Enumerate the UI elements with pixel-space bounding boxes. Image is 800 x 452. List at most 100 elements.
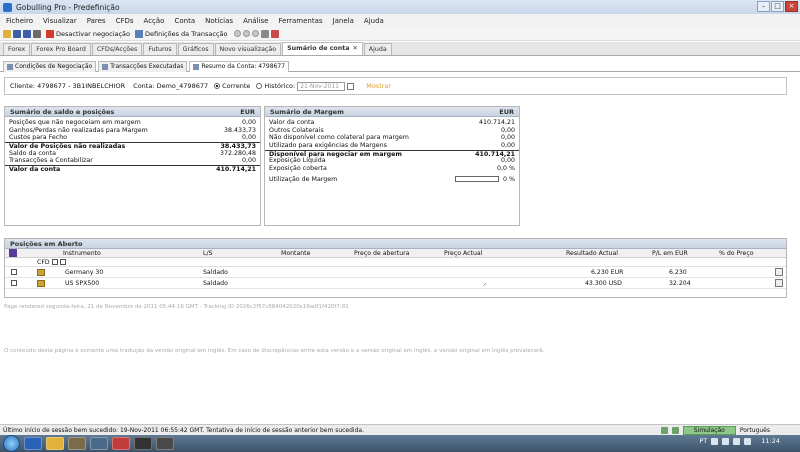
language-indicator[interactable]: PT xyxy=(699,437,707,445)
tab-graficos[interactable]: Gráficos xyxy=(177,43,214,55)
col-instrument[interactable]: Instrumento xyxy=(63,249,101,258)
instrument-cell: US SPX500 xyxy=(65,280,100,287)
disable-trading-button[interactable]: Desactivar negociação xyxy=(46,29,130,38)
nav-circle-icon[interactable] xyxy=(252,30,260,37)
clock[interactable]: 11:24 xyxy=(761,437,780,445)
margin-row-value: 410.714,21 xyxy=(475,150,515,158)
print-icon[interactable] xyxy=(33,29,41,38)
balance-row-value: 0,00 xyxy=(241,134,256,142)
window-title: Gobulling Pro - Predefinição xyxy=(16,2,120,12)
minimize-button[interactable]: – xyxy=(757,1,770,12)
row-checkbox[interactable] xyxy=(11,269,17,275)
balance-row-label: Valor de Posições não realizadas xyxy=(9,143,126,151)
tab-cfds-acoes[interactable]: CFDs/Acções xyxy=(91,43,143,55)
tool-icon[interactable] xyxy=(261,29,270,38)
menu-analysis[interactable]: Análise xyxy=(243,17,268,25)
menu-help[interactable]: Ajuda xyxy=(364,17,384,25)
close-button[interactable]: × xyxy=(785,1,798,12)
show-link[interactable]: Mostrar xyxy=(366,82,391,90)
disable-trading-label: Desactivar negociação xyxy=(56,29,130,38)
balance-row-label: Saldo da conta xyxy=(9,149,56,157)
subtab-account-summary[interactable]: Resumo da Conta: 4798677 xyxy=(189,61,290,72)
menu-tools[interactable]: Ferramentas xyxy=(278,17,322,25)
alert-icon[interactable] xyxy=(271,29,280,38)
tab-futuros[interactable]: Futuros xyxy=(143,43,177,55)
save-as-icon[interactable] xyxy=(23,29,31,38)
columns-icon[interactable] xyxy=(9,249,17,257)
taskbar-app-icon[interactable] xyxy=(90,437,108,450)
col-pct-price[interactable]: % do Preço xyxy=(719,249,754,258)
menu-view[interactable]: Visualizar xyxy=(43,17,77,25)
nav-circle-icon[interactable] xyxy=(234,30,242,37)
save-icon[interactable] xyxy=(13,29,21,38)
menu-action[interactable]: Acção xyxy=(144,17,165,25)
row-menu-icon[interactable] xyxy=(775,279,783,287)
tab-sumario-de-conta[interactable]: Sumário de conta ✕ xyxy=(282,42,363,55)
cfd-group-row: CFD xyxy=(5,258,786,267)
taskbar-ie-icon[interactable] xyxy=(24,437,42,450)
date-input[interactable]: 21-Nov-2011 xyxy=(297,81,346,91)
nav-circle-icon[interactable] xyxy=(243,30,251,37)
start-button[interactable] xyxy=(3,435,20,452)
tab-novo-visualizacao[interactable]: Novo visualização xyxy=(214,43,282,55)
balance-row: Valor da conta 410.714,21 xyxy=(5,165,260,173)
current-radio[interactable] xyxy=(214,83,221,89)
open-icon[interactable] xyxy=(3,29,11,38)
taskbar-explorer-icon[interactable] xyxy=(46,437,64,450)
col-ls[interactable]: L/S xyxy=(203,249,212,258)
tray-icon[interactable] xyxy=(711,437,719,445)
subtab-trading-conditions[interactable]: Condições de Negociação xyxy=(3,61,97,72)
taskbar-app-icon[interactable] xyxy=(134,437,152,450)
balance-row: Custos para Fecho 0,00 xyxy=(5,134,260,142)
margin-row-value: 0,00 xyxy=(500,126,515,134)
balance-row-label: Ganhos/Perdas não realizadas para Margem xyxy=(9,126,148,134)
utilization-bar xyxy=(455,175,499,182)
document-icon xyxy=(193,64,200,70)
table-row[interactable]: US SPX500 Saldado ⸝ 43.300 USD 32.204 xyxy=(5,278,786,289)
margin-row-label: Exposição coberta xyxy=(269,165,327,173)
col-result[interactable]: Resultado Actual xyxy=(566,249,618,258)
maximize-button[interactable]: □ xyxy=(771,1,784,12)
menu-news[interactable]: Notícias xyxy=(205,17,233,25)
simulation-badge[interactable]: Simulação xyxy=(682,426,736,435)
col-current-price[interactable]: Preço Actual xyxy=(444,249,482,258)
tab-forex-pro-board[interactable]: Forex Pro Board xyxy=(31,43,91,55)
menu-window[interactable]: Janela xyxy=(333,17,354,25)
row-checkbox[interactable] xyxy=(11,280,17,286)
connection-icon xyxy=(660,427,668,434)
subtab-label: Condições de Negociação xyxy=(15,63,93,70)
taskbar-app-icon[interactable] xyxy=(156,437,174,450)
tab-close-icon[interactable]: ✕ xyxy=(353,45,358,52)
ls-cell: Saldado xyxy=(203,280,228,287)
utilization-value: 0 % xyxy=(503,175,515,183)
historic-radio[interactable] xyxy=(256,83,263,89)
app-icon xyxy=(3,2,12,12)
tab-ajuda[interactable]: Ajuda xyxy=(363,43,392,55)
menu-pairs[interactable]: Pares xyxy=(87,17,106,25)
tray-icon[interactable] xyxy=(733,437,741,445)
trade-settings-button[interactable]: Definições da Transacção xyxy=(135,29,227,38)
margin-row: Exposição Líquida 0,00 xyxy=(265,157,519,165)
menu-cfds[interactable]: CFDs xyxy=(116,17,134,25)
col-pl-eur[interactable]: P/L em EUR xyxy=(652,249,688,258)
subtab-executed-trades[interactable]: Transacções Executadas xyxy=(98,61,188,72)
balance-row-label: Transacções a Contabilizar xyxy=(9,157,93,165)
margin-row: Utilizado para exigências de Margens 0,00 xyxy=(265,142,519,150)
result-cell: 43.300 USD xyxy=(585,280,622,287)
tab-forex[interactable]: Forex xyxy=(3,43,31,55)
menu-file[interactable]: Ficheiro xyxy=(6,17,33,25)
col-open-price[interactable]: Preço de abertura xyxy=(354,249,409,258)
col-amount[interactable]: Montante xyxy=(281,249,310,258)
cfd-collapse-icon[interactable] xyxy=(60,259,66,265)
taskbar-app-icon[interactable] xyxy=(68,437,86,450)
language-label[interactable]: Português xyxy=(740,427,770,434)
taskbar-app-icon[interactable] xyxy=(112,437,130,450)
tray-icon[interactable] xyxy=(722,437,730,445)
volume-icon[interactable] xyxy=(744,437,752,445)
row-menu-icon[interactable] xyxy=(775,268,783,276)
calendar-icon[interactable] xyxy=(347,82,355,90)
instrument-cell: Germany 30 xyxy=(65,269,104,276)
cfd-expand-icon[interactable] xyxy=(52,259,58,265)
menu-account[interactable]: Conta xyxy=(174,17,195,25)
table-row[interactable]: Germany 30 Saldado 6.230 EUR 6.230 xyxy=(5,267,786,278)
